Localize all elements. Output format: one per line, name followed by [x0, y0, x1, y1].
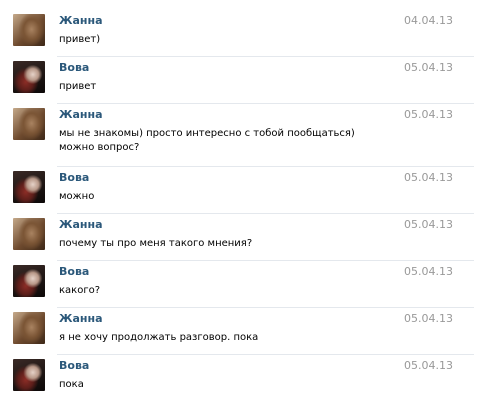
divider — [57, 354, 474, 355]
avatar[interactable] — [13, 359, 45, 391]
message-text: почему ты про меня такого мнения? — [59, 238, 253, 249]
message-date[interactable]: 05.04.13 — [404, 359, 453, 372]
avatar[interactable] — [13, 265, 45, 297]
message-text: можно — [59, 191, 95, 202]
message-text: мы не знакомы) просто интересно с тобой … — [59, 128, 355, 153]
author-name[interactable]: Вова — [59, 359, 89, 372]
message-date[interactable]: 05.04.13 — [404, 108, 453, 121]
message-date[interactable]: 04.04.13 — [404, 14, 453, 27]
divider — [57, 166, 474, 167]
divider — [57, 103, 474, 104]
author-name[interactable]: Вова — [59, 265, 89, 278]
message-date[interactable]: 05.04.13 — [404, 61, 453, 74]
author-name[interactable]: Вова — [59, 171, 89, 184]
avatar[interactable] — [13, 218, 45, 250]
divider — [57, 307, 474, 308]
avatar[interactable] — [13, 108, 45, 140]
author-name[interactable]: Вова — [59, 61, 89, 74]
message-date[interactable]: 05.04.13 — [404, 171, 453, 184]
author-name[interactable]: Жанна — [59, 312, 103, 325]
divider — [57, 260, 474, 261]
message-thread: Жанна 04.04.13 привет) Вова 05.04.13 при… — [0, 0, 496, 403]
message-text: привет) — [59, 34, 101, 45]
message-text: привет — [59, 81, 97, 92]
avatar[interactable] — [13, 171, 45, 203]
author-name[interactable]: Жанна — [59, 14, 103, 27]
message-text: пока — [59, 379, 84, 390]
divider — [57, 56, 474, 57]
author-name[interactable]: Жанна — [59, 218, 103, 231]
message-text: какого? — [59, 285, 101, 296]
message-date[interactable]: 05.04.13 — [404, 312, 453, 325]
divider — [57, 213, 474, 214]
message-text: я не хочу продолжать разговор. пока — [59, 332, 259, 343]
avatar[interactable] — [13, 14, 45, 46]
message-date[interactable]: 05.04.13 — [404, 218, 453, 231]
avatar[interactable] — [13, 312, 45, 344]
message-date[interactable]: 05.04.13 — [404, 265, 453, 278]
author-name[interactable]: Жанна — [59, 108, 103, 121]
avatar[interactable] — [13, 61, 45, 93]
